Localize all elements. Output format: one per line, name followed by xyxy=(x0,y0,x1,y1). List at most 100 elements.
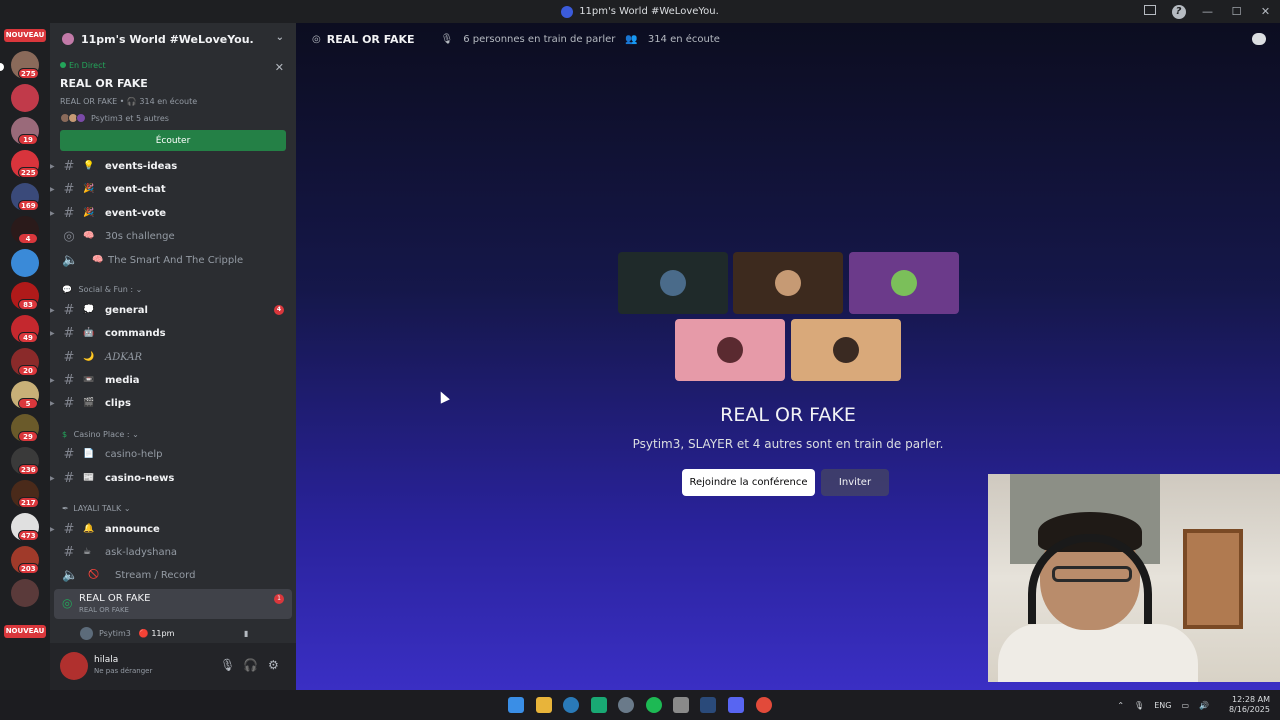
active-channel-label: REAL OR FAKE xyxy=(79,593,151,604)
channel-emoji: 💡 xyxy=(83,161,95,171)
channel-item[interactable]: ▶ # 🔔 announce xyxy=(50,518,296,540)
mention-badge: 29 xyxy=(18,431,38,442)
user-status: Ne pas déranger xyxy=(94,667,153,675)
channel-item[interactable]: ▶ # 💡 events-ideas xyxy=(50,155,296,177)
stage-channel-icon: ◎ xyxy=(62,596,73,610)
close-window-button[interactable]: ✕ xyxy=(1251,5,1280,18)
speaker-tile[interactable] xyxy=(675,319,785,381)
user-panel: hilala Ne pas déranger 🎙 🎧 ⚙ xyxy=(50,643,296,690)
mention-badge: 5 xyxy=(18,398,38,409)
network-icon[interactable]: ▭ xyxy=(1181,701,1189,710)
listen-button[interactable]: Écouter xyxy=(60,130,286,151)
server-icon[interactable] xyxy=(11,84,39,112)
new-badge: NOUVEAU xyxy=(4,625,46,638)
stage-channel-icon: ◎ xyxy=(63,228,75,244)
minimize-button[interactable]: — xyxy=(1193,5,1222,18)
volume-icon[interactable]: 🔊 xyxy=(1199,701,1209,710)
language-indicator[interactable]: ENG xyxy=(1154,701,1171,710)
file-explorer-icon[interactable] xyxy=(536,697,552,713)
gear-icon[interactable]: ⚙ xyxy=(268,658,279,672)
chrome-icon[interactable] xyxy=(756,697,772,713)
category-header[interactable]: $ Casino Place : ⌄ xyxy=(62,430,139,439)
channel-item[interactable]: # 📄 casino-help xyxy=(50,443,296,465)
active-stage-channel[interactable]: ◎ REAL OR FAKE REAL OR FAKE 1 xyxy=(54,589,292,619)
channel-label: announce xyxy=(105,523,160,535)
microphone-icon[interactable]: 🎙 xyxy=(220,658,235,672)
voice-user-name: Psytim3 xyxy=(99,629,131,638)
help-icon[interactable]: ? xyxy=(1164,4,1193,19)
channel-label: casino-help xyxy=(105,448,163,460)
channel-label: ask-ladyshana xyxy=(105,546,178,558)
collapse-arrow-icon: ▶ xyxy=(50,162,55,170)
edge-icon[interactable] xyxy=(563,697,579,713)
channel-item[interactable]: ▶ # 🎉 event-vote xyxy=(50,202,296,224)
channel-item[interactable]: ▶ # 📼 media xyxy=(50,369,296,391)
text-channel-icon: # xyxy=(63,349,75,365)
clock[interactable]: 12:28 AM 8/16/2025 xyxy=(1219,695,1270,715)
chevron-up-icon[interactable]: ⌃ xyxy=(1117,701,1124,710)
server-name: 11pm's World #WeLoveYou. xyxy=(81,32,254,46)
text-channel-icon: # xyxy=(63,470,75,486)
date: 8/16/2025 xyxy=(1228,705,1270,714)
system-tray: ⌃ 🎙 ENG ▭ 🔊 12:28 AM 8/16/2025 xyxy=(1107,690,1270,720)
headphones-icon[interactable]: 🎧 xyxy=(243,658,258,672)
channel-label: casino-news xyxy=(105,472,175,484)
channel-emoji: 🚫 xyxy=(88,570,100,580)
avatar xyxy=(833,337,859,363)
channel-item[interactable]: ▶ # 🎉 event-chat xyxy=(50,178,296,200)
speaker-tile[interactable] xyxy=(791,319,901,381)
speaker-tile[interactable] xyxy=(733,252,843,314)
voice-user[interactable]: Psytim3 🔴 11pm ▮ xyxy=(80,627,248,640)
window-titlebar: 11pm's World #WeLoveYou. ? — ☐ ✕ xyxy=(0,0,1280,23)
text-channel-icon: # xyxy=(63,302,75,318)
collapse-arrow-icon: ▶ xyxy=(50,185,55,193)
channel-item[interactable]: ▶ # 🎬 clips xyxy=(50,392,296,414)
start-icon[interactable] xyxy=(508,697,524,713)
category-header[interactable]: 💬 Social & Fun : ⌄ xyxy=(62,285,142,294)
voice-channel-icon: 🔈 xyxy=(62,567,79,583)
maximize-button[interactable]: ☐ xyxy=(1222,5,1251,18)
join-stage-button[interactable]: Rejoindre la conférence xyxy=(682,469,815,496)
channel-emoji: 📰 xyxy=(83,473,95,483)
settings-icon[interactable] xyxy=(618,697,634,713)
calculator-icon[interactable] xyxy=(673,697,689,713)
channel-label: general xyxy=(105,304,148,316)
chevron-down-icon[interactable]: ⌄ xyxy=(276,32,284,43)
text-channel-icon: # xyxy=(63,205,75,221)
speaker-tile[interactable] xyxy=(618,252,728,314)
speaking-count: 6 personnes en train de parler xyxy=(463,33,616,45)
invite-button[interactable]: Inviter xyxy=(821,469,889,496)
channel-item[interactable]: ▶ # 📰 casino-news xyxy=(50,467,296,489)
spotify-icon[interactable] xyxy=(646,697,662,713)
server-header[interactable]: 11pm's World #WeLoveYou. ⌄ xyxy=(50,23,296,55)
steam-icon[interactable] xyxy=(700,697,716,713)
channel-emoji: 🎉 xyxy=(83,208,95,218)
avatar xyxy=(80,627,93,640)
collapse-arrow-icon: ▶ xyxy=(50,474,55,482)
text-channel-icon: # xyxy=(63,446,75,462)
time: 12:28 AM xyxy=(1232,695,1270,704)
category-header[interactable]: ✒ LAYALI TALK ⌄ xyxy=(62,504,131,513)
channel-label: media xyxy=(105,374,140,386)
channel-item[interactable]: ◎ 🧠 30s challenge xyxy=(50,225,296,247)
server-icon[interactable] xyxy=(11,249,39,277)
channel-item[interactable]: ▶ # 💭 general 4 xyxy=(50,299,296,321)
channel-item[interactable]: # ☕ ask-ladyshana xyxy=(50,541,296,563)
speaker-tile[interactable] xyxy=(849,252,959,314)
channel-emoji: ☕ xyxy=(83,547,92,557)
channel-item[interactable]: # 🌙 ADKAR xyxy=(50,346,296,368)
channel-item[interactable]: 🔈 🧠 The Smart And The Cripple xyxy=(50,249,296,271)
avatar[interactable] xyxy=(60,652,88,680)
microphone-icon[interactable]: 🎙 xyxy=(1134,701,1144,710)
chat-icon[interactable] xyxy=(1252,33,1266,45)
close-icon[interactable]: ✕ xyxy=(275,61,284,74)
channel-item[interactable]: 🔈 🚫 Stream / Record xyxy=(50,564,296,586)
discord-icon[interactable] xyxy=(728,697,744,713)
listeners-icon: 👥 xyxy=(625,33,638,45)
collapse-arrow-icon: ▶ xyxy=(50,209,55,217)
app-icon[interactable] xyxy=(591,697,607,713)
channel-item[interactable]: ▶ # 🤖 commands xyxy=(50,322,296,344)
inbox-icon[interactable] xyxy=(1135,5,1164,18)
server-icon[interactable] xyxy=(11,579,39,607)
channel-emoji: 🌙 xyxy=(83,352,95,362)
